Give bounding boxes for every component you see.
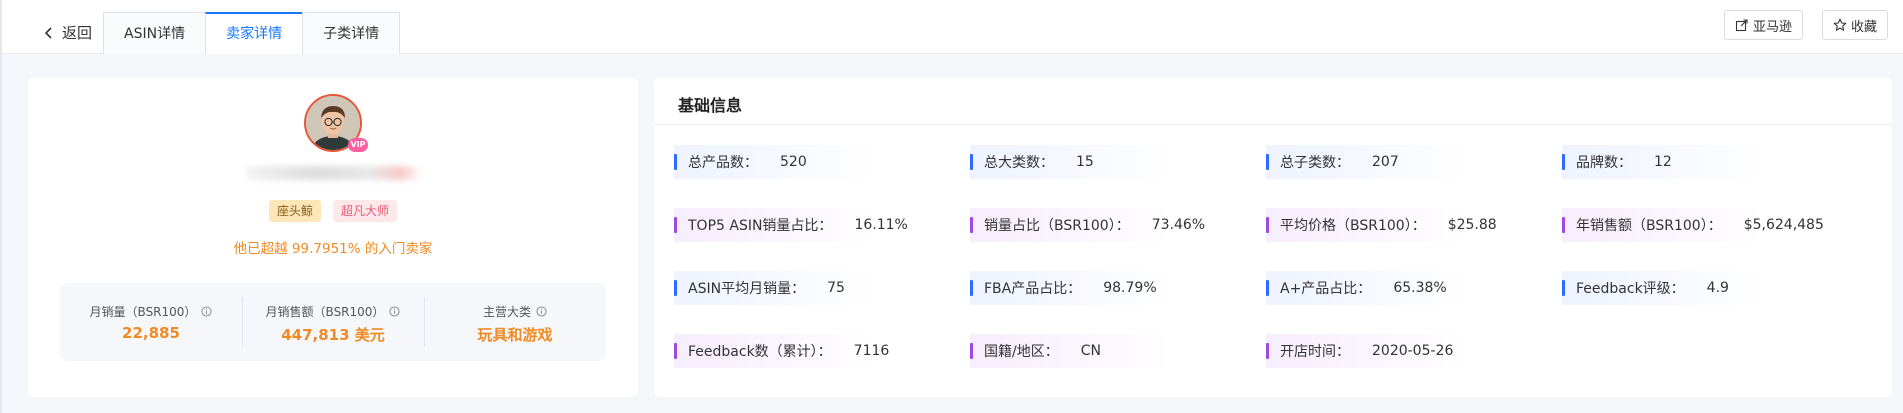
stat-label: 主营大类 [482, 305, 531, 319]
info-icon[interactable] [536, 306, 547, 317]
top-bar: 返回 ASIN详情 卖家详情 子类详情 亚马逊 收藏 [2, 0, 1903, 54]
exceed-percentile-text: 他已超越 99.7951% 的入门卖家 [233, 241, 433, 257]
info-icon[interactable] [389, 306, 400, 317]
left-edge-rule [0, 0, 2, 413]
info-feedback-count: Feedback数（累计）： 7116 [674, 334, 889, 368]
favorite-button[interactable]: 收藏 [1822, 10, 1889, 40]
seller-tags: 座头鲸 超凡大师 [28, 200, 638, 222]
info-avg-price-bsr100: 平均价格（BSR100）： $25.88 [1266, 208, 1497, 242]
tab-asin-detail[interactable]: ASIN详情 [103, 12, 207, 54]
stat-value: 447,813 美元 [281, 326, 385, 344]
avatar: VIP [304, 94, 368, 152]
tab-subcategory-detail[interactable]: 子类详情 [302, 12, 401, 54]
amazon-link-button[interactable]: 亚马逊 [1724, 10, 1804, 40]
favorite-label: 收藏 [1851, 19, 1878, 35]
seller-profile-card: VIP 座头鲸 超凡大师 他已超越 99.7951% 的入门卖家 月销量（BSR… [28, 78, 638, 397]
amazon-label: 亚马逊 [1753, 19, 1793, 35]
section-title: 基础信息 [678, 96, 743, 115]
detail-tabs: ASIN详情 卖家详情 子类详情 [103, 12, 401, 54]
info-asin-avg-monthly-sales: ASIN平均月销量： 75 [674, 271, 874, 305]
tab-seller-detail[interactable]: 卖家详情 [205, 12, 304, 54]
seller-name-blurred [246, 166, 422, 180]
share-icon [1735, 19, 1748, 32]
info-feedback-rating: Feedback评级： 4.9 [1562, 271, 1762, 305]
tag-grandmaster: 超凡大师 [333, 200, 398, 222]
info-total-categories: 总大类数： 15 [970, 145, 1170, 179]
info-icon[interactable] [201, 306, 212, 317]
stat-label: 月销售额（BSR100） [265, 305, 385, 319]
back-button[interactable]: 返回 [42, 22, 92, 44]
tag-humpback: 座头鲸 [268, 200, 321, 222]
info-sales-share-bsr100: 销量占比（BSR100）： 73.46% [970, 208, 1205, 242]
stat-value: 玩具和游戏 [477, 326, 553, 344]
info-aplus-share: A+产品占比： 65.38% [1266, 271, 1466, 305]
info-total-subcategories: 总子类数： 207 [1266, 145, 1466, 179]
stat-main-category: 主营大类 玩具和游戏 [424, 283, 606, 361]
info-brand-count: 品牌数： 12 [1562, 145, 1762, 179]
info-top5-sales-share: TOP5 ASIN销量占比： 16.11% [674, 208, 908, 242]
info-store-open-date: 开店时间： 2020-05-26 [1266, 334, 1466, 368]
stat-label: 月销量（BSR100） [89, 305, 197, 319]
info-annual-revenue-bsr100: 年销售额（BSR100）： $5,624,485 [1562, 208, 1824, 242]
vip-badge: VIP [348, 138, 368, 152]
stat-monthly-revenue: 月销售额（BSR100） 447,813 美元 [242, 283, 424, 361]
chevron-left-icon [44, 27, 52, 39]
basic-info-card: 基础信息 总产品数： 520 总大类数： 15 总子类数： 207 品牌数： 12 TO… [654, 78, 1892, 397]
info-total-products: 总产品数： 520 [674, 145, 874, 179]
seller-stats: 月销量（BSR100） 22,885 月销售额（BSR100） 447,813 … [60, 283, 606, 361]
info-fba-share: FBA产品占比： 98.79% [970, 271, 1170, 305]
stat-monthly-sales: 月销量（BSR100） 22,885 [60, 283, 242, 361]
star-icon [1833, 18, 1847, 31]
stat-value: 22,885 [122, 324, 180, 342]
info-country-region: 国籍/地区： CN [970, 334, 1170, 368]
back-label: 返回 [62, 24, 93, 42]
divider [654, 124, 1892, 125]
